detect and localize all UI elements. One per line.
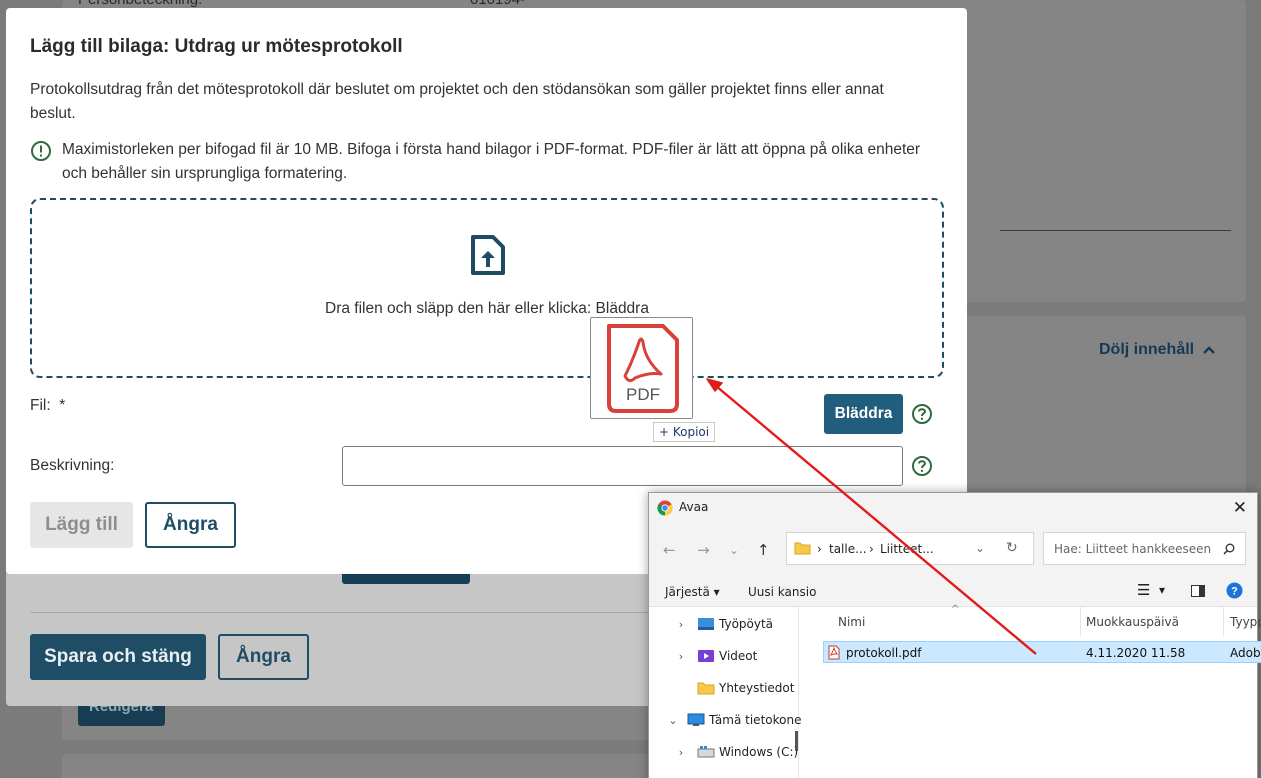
file-modified: 4.11.2020 11.58 [1086,646,1186,660]
refresh-icon[interactable]: ↻ [1006,540,1018,556]
tree-item-label: Työpöytä [719,617,774,631]
file-dropzone[interactable]: Dra filen och släpp den här eller klicka… [30,198,944,378]
contacts-folder-icon [697,682,715,695]
pdf-file-small-icon [828,645,840,660]
collapse-chevron-icon[interactable]: ⌄ [667,714,679,727]
tree-item-videos[interactable]: › Videot [675,643,758,669]
dialog-titlebar: Avaa ✕ [649,493,1257,523]
column-header-modified[interactable]: Muokkauspäivä [1086,615,1179,629]
address-bar[interactable]: › talle... › Liitteet... ⌄ ↻ [786,532,1034,565]
person-id-label: Personbeteckning: [78,0,202,8]
file-name: protokoll.pdf [846,646,922,660]
file-size-info: Maximistorleken per bifogad fil är 10 MB… [30,138,930,186]
save-and-close-button[interactable]: Spara och stäng [30,634,206,680]
column-header-type[interactable]: Tyyppi [1230,615,1261,629]
view-options-icon[interactable]: ☰ [1137,581,1150,599]
expand-chevron-icon[interactable]: › [675,650,687,663]
background-divider [1000,230,1231,231]
expand-chevron-icon[interactable]: › [675,746,687,759]
address-separator-icon: › [869,542,874,556]
dialog-toolbar: Järjestä ▾ Uusi kansio ☰ ▾ ? [649,575,1257,607]
dialog-title: Avaa [679,500,709,514]
description-help-icon[interactable] [911,455,933,477]
desktop-folder-icon [698,618,714,630]
file-type: Adobe [1230,646,1261,660]
search-input[interactable]: Hae: Liitteet hankkeeseen [1043,532,1246,565]
pdf-file-icon: PDF [607,324,679,413]
file-list: Nimi ^ Muokkauspäivä Tyyppi protokoll.pd… [805,604,1261,778]
sort-indicator-icon: ^ [951,604,960,615]
address-part[interactable]: Liitteet... [880,542,934,556]
close-icon[interactable]: ✕ [1233,498,1247,518]
copy-badge: + Kopioi [653,422,716,442]
tree-scrollbar[interactable] [795,731,798,751]
description-label: Beskrivning: [30,457,115,474]
address-part[interactable]: talle... [829,542,867,556]
videos-folder-icon [698,650,714,662]
file-open-dialog: Avaa ✕ ← → ⌄ ↑ › talle... › Liitteet... … [648,492,1261,778]
windows-drive-icon [697,746,715,758]
column-separator [1080,607,1081,637]
back-arrow-icon[interactable]: ← [663,541,676,559]
add-button[interactable]: Lägg till [30,502,133,548]
up-arrow-icon[interactable]: ↑ [757,541,770,559]
cancel-button[interactable]: Ångra [145,502,236,548]
help-icon[interactable]: ? [1226,582,1243,599]
organize-menu[interactable]: Järjestä ▾ [665,585,720,599]
add-attachment-modal: Lägg till bilaga: Utdrag ur mötesprotoko… [6,8,967,574]
tree-item-label: Videot [719,649,758,663]
address-separator-icon: › [817,542,822,556]
tree-item-label: Windows (C:) [719,745,799,759]
tree-item-contacts[interactable]: Yhteystiedot [675,675,794,701]
this-pc-icon [687,713,705,726]
modal-description: Protokollsutdrag från det mötesprotokoll… [30,81,884,122]
file-help-icon[interactable] [911,403,933,425]
recent-locations-chevron-icon[interactable]: ⌄ [729,543,739,557]
tree-item-this-pc[interactable]: ⌄ Tämä tietokone [667,707,801,733]
chrome-icon [657,500,673,516]
navigation-tree: › Työpöytä › Videot Yhteystiedot ⌄ Tämä … [649,607,801,778]
address-dropdown-icon[interactable]: ⌄ [975,541,985,555]
file-row[interactable]: protokoll.pdf 4.11.2020 11.58 Adobe [823,641,1261,663]
outer-cancel-button[interactable]: Ångra [218,634,309,680]
folder-icon [794,542,811,555]
required-mark: * [59,397,66,414]
chevron-up-icon [1203,346,1215,354]
expand-chevron-icon[interactable]: › [675,618,687,631]
description-input[interactable] [342,446,903,486]
file-label: Fil: * [30,397,65,415]
column-header-name[interactable]: Nimi [838,615,865,629]
tree-item-label: Tämä tietokone [709,713,802,727]
dialog-navigation-bar: ← → ⌄ ↑ › talle... › Liitteet... ⌄ ↻ Hae… [649,523,1257,575]
tree-item-label: Yhteystiedot [719,681,795,695]
column-separator [1223,607,1224,637]
person-id-value: 010194- [470,0,525,8]
browse-button[interactable]: Bläddra [824,394,903,434]
new-folder-button[interactable]: Uusi kansio [748,585,816,599]
hide-content-link[interactable]: Dölj innehåll [1099,341,1216,359]
pdf-label: PDF [626,385,660,404]
hide-content-label: Dölj innehåll [1099,341,1195,358]
info-text: Maximistorleken per bifogad fil är 10 MB… [62,141,921,182]
tree-item-desktop[interactable]: › Työpöytä [675,611,773,637]
svg-text:?: ? [1231,586,1238,598]
dragged-file-preview: PDF [590,317,693,419]
view-dropdown-icon[interactable]: ▾ [1159,583,1165,597]
preview-pane-icon[interactable] [1191,585,1205,597]
search-placeholder: Hae: Liitteet hankkeeseen [1054,542,1212,556]
tree-item-windows-drive[interactable]: › Windows (C:) [675,739,798,765]
file-label-text: Fil: [30,397,51,414]
dialog-body: › Työpöytä › Videot Yhteystiedot ⌄ Tämä … [649,604,1261,778]
modal-title: Lägg till bilaga: Utdrag ur mötesprotoko… [30,36,403,57]
info-exclamation-icon [31,141,51,161]
dropzone-text: Dra filen och släpp den här eller klicka… [325,300,649,317]
search-icon [1223,543,1235,555]
forward-arrow-icon[interactable]: → [697,541,710,559]
file-upload-icon [471,235,505,275]
